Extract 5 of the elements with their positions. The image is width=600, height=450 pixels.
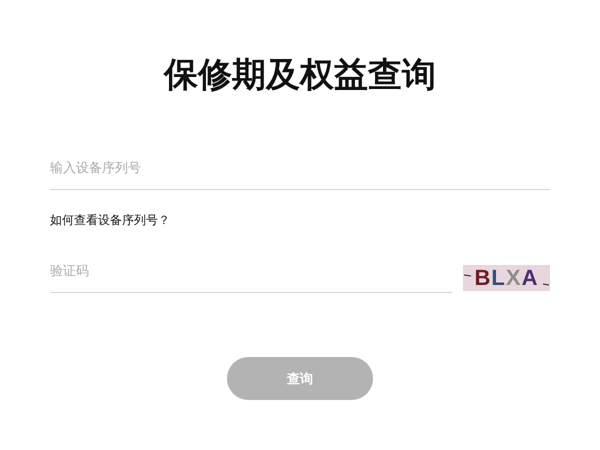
captcha-image[interactable]: BLXA — [463, 265, 550, 291]
page-title: 保修期及权益查询 — [164, 54, 436, 97]
captcha-field[interactable]: 验证码 — [50, 251, 452, 293]
help-link[interactable]: 如何查看设备序列号？ — [50, 212, 170, 229]
serial-number-field[interactable]: 输入设备序列号 — [50, 148, 550, 190]
